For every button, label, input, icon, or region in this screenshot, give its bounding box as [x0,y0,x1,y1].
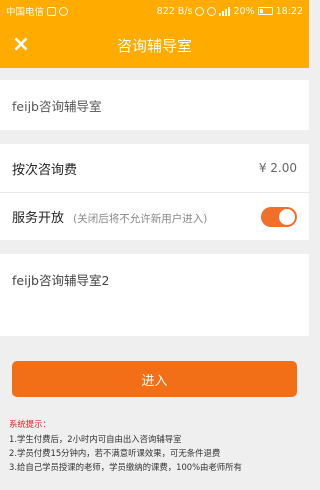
battery-icon [257,7,273,15]
toggle-knob [279,208,295,225]
app-notification-icon [59,6,69,16]
notification-icon [47,6,57,16]
page-title: 咨询辅导室 [116,36,192,55]
service-label: 服务开放 [12,211,65,226]
settings-card: 按次咨询费 ¥ 2.00 服务开放 (关闭后将不允许新用户进入) [0,144,309,240]
tip-item: 2.学员付费15分钟内，若不满意听课效果，可无条件退费 [9,448,221,458]
battery-percent: 20% [233,5,255,17]
room-name-card [0,80,309,130]
status-bar-right: 822 B/s 20% 18:22 [157,6,303,17]
intro-text: feijb咨询辅导室2 [12,273,110,288]
service-label-group: 服务开放 (关闭后将不允许新用户进入) [12,207,207,226]
status-bar: 中国电信 822 B/s 20% 18:22 [0,0,309,22]
fee-label: 按次咨询费 [12,162,78,178]
system-tips: 系统提示： 1.学生付费后，2小时内可自由出入咨询辅导室 2.学员付费15分钟内… [0,397,309,474]
service-row: 服务开放 (关闭后将不允许新用户进入) [0,192,309,240]
network-speed: 822 B/s [156,5,193,17]
tip-item: 1.学生付费后，2小时内可自由出入咨询辅导室 [9,434,182,444]
status-bar-left: 中国电信 [6,4,69,18]
enter-button[interactable]: 进入 [12,361,297,397]
alarm-icon [195,6,205,16]
service-hint: (关闭后将不允许新用户进入) [73,213,208,225]
fee-value: ¥ 2.00 [258,161,297,175]
carrier-label: 中国电信 [6,7,45,18]
tip-item: 3.给自己学员授课的老师，学员缴纳的课费，100%由老师所有 [9,462,242,472]
tips-title: 系统提示： [9,419,51,429]
fee-row[interactable]: 按次咨询费 ¥ 2.00 [0,144,309,192]
room-name-input[interactable] [12,97,297,113]
close-icon[interactable]: × [10,34,32,56]
app-header: × 咨询辅导室 [0,22,309,68]
intro-textarea[interactable]: feijb咨询辅导室2 [0,254,309,336]
enter-button-wrap: 进入 [0,336,309,397]
signal-icon [219,6,231,16]
wifi-icon [207,6,217,16]
service-toggle[interactable] [261,206,297,227]
clock: 18:22 [275,5,303,17]
